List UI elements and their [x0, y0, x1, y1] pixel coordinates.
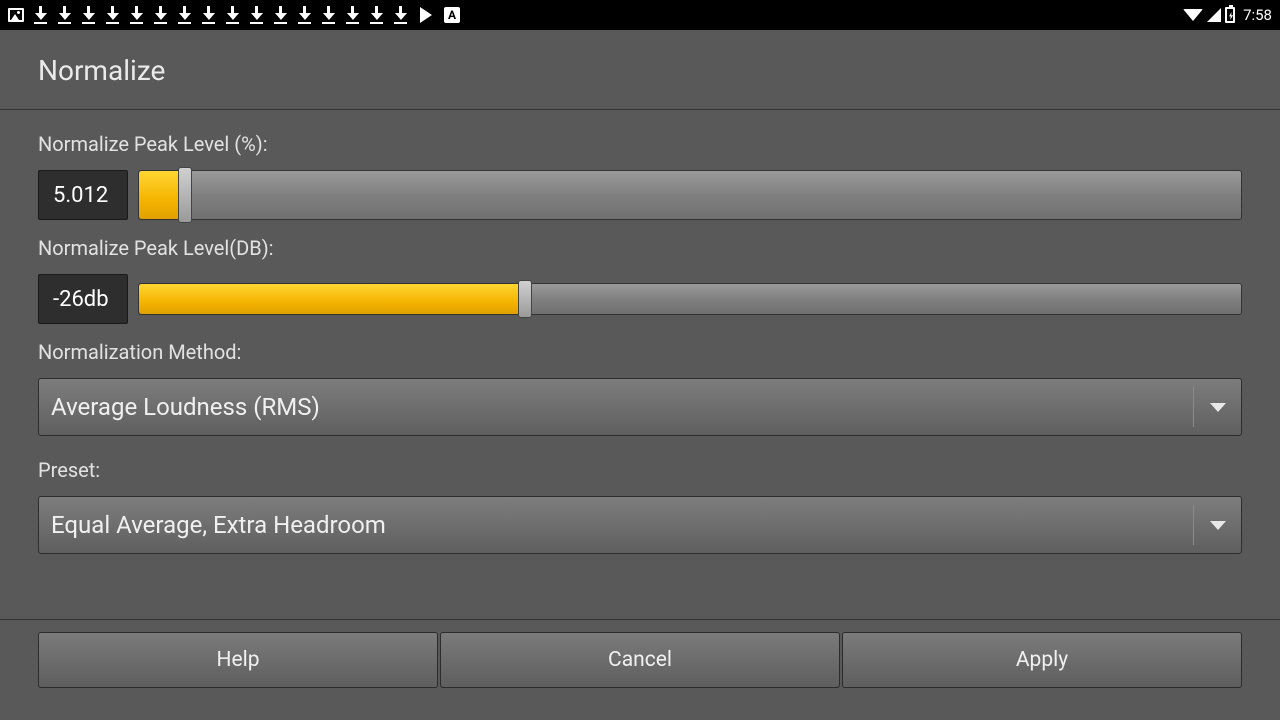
- chevron-down-icon: [1210, 403, 1226, 412]
- image-notification-icon: [8, 8, 24, 22]
- download-icon: [370, 6, 384, 24]
- download-icon: [178, 6, 192, 24]
- download-icon: [226, 6, 240, 24]
- download-icons: [34, 6, 408, 24]
- status-clock: 7:58: [1243, 6, 1272, 24]
- apply-button[interactable]: Apply: [842, 632, 1242, 688]
- preset-value: Equal Average, Extra Headroom: [51, 511, 386, 539]
- wifi-icon: [1183, 9, 1203, 21]
- android-status-bar: A 7:58: [0, 0, 1280, 30]
- download-icon: [298, 6, 312, 24]
- peak-percent-value: 5.012: [53, 183, 108, 208]
- status-right: 7:58: [1183, 6, 1272, 24]
- dropdown-arrow-wrap: [1193, 387, 1241, 427]
- page-title: Normalize: [38, 54, 1242, 87]
- app-badge-icon: A: [444, 7, 460, 23]
- download-icon: [202, 6, 216, 24]
- preset-label: Preset:: [38, 458, 1242, 482]
- download-icon: [322, 6, 336, 24]
- peak-db-input[interactable]: -26db: [38, 274, 128, 324]
- cell-signal-icon: [1207, 8, 1221, 22]
- slider-thumb[interactable]: [178, 167, 192, 223]
- peak-percent-row: 5.012: [38, 170, 1242, 220]
- peak-db-label: Normalize Peak Level(DB):: [38, 236, 1242, 260]
- slider-thumb[interactable]: [518, 280, 532, 318]
- peak-percent-label: Normalize Peak Level (%):: [38, 132, 1242, 156]
- dialog-footer: Help Cancel Apply: [0, 619, 1280, 688]
- chevron-down-icon: [1210, 521, 1226, 530]
- cancel-button[interactable]: Cancel: [440, 632, 840, 688]
- download-icon: [34, 6, 48, 24]
- battery-charging-icon: [1225, 7, 1235, 23]
- peak-db-value: -26db: [53, 287, 109, 312]
- method-value: Average Loudness (RMS): [51, 393, 320, 421]
- dialog-header: Normalize: [0, 30, 1280, 110]
- download-icon: [106, 6, 120, 24]
- status-left: A: [8, 6, 460, 24]
- help-button[interactable]: Help: [38, 632, 438, 688]
- download-icon: [394, 6, 408, 24]
- method-dropdown[interactable]: Average Loudness (RMS): [38, 378, 1242, 436]
- play-store-icon: [420, 7, 432, 23]
- download-icon: [274, 6, 288, 24]
- download-icon: [346, 6, 360, 24]
- download-icon: [250, 6, 264, 24]
- download-icon: [82, 6, 96, 24]
- preset-dropdown[interactable]: Equal Average, Extra Headroom: [38, 496, 1242, 554]
- method-label: Normalization Method:: [38, 340, 1242, 364]
- peak-percent-input[interactable]: 5.012: [38, 170, 128, 220]
- peak-db-row: -26db: [38, 274, 1242, 324]
- peak-db-slider[interactable]: [138, 283, 1242, 315]
- download-icon: [154, 6, 168, 24]
- dialog-content: Normalize Peak Level (%): 5.012 Normaliz…: [0, 110, 1280, 554]
- download-icon: [130, 6, 144, 24]
- peak-percent-slider[interactable]: [138, 170, 1242, 220]
- dropdown-arrow-wrap: [1193, 505, 1241, 545]
- download-icon: [58, 6, 72, 24]
